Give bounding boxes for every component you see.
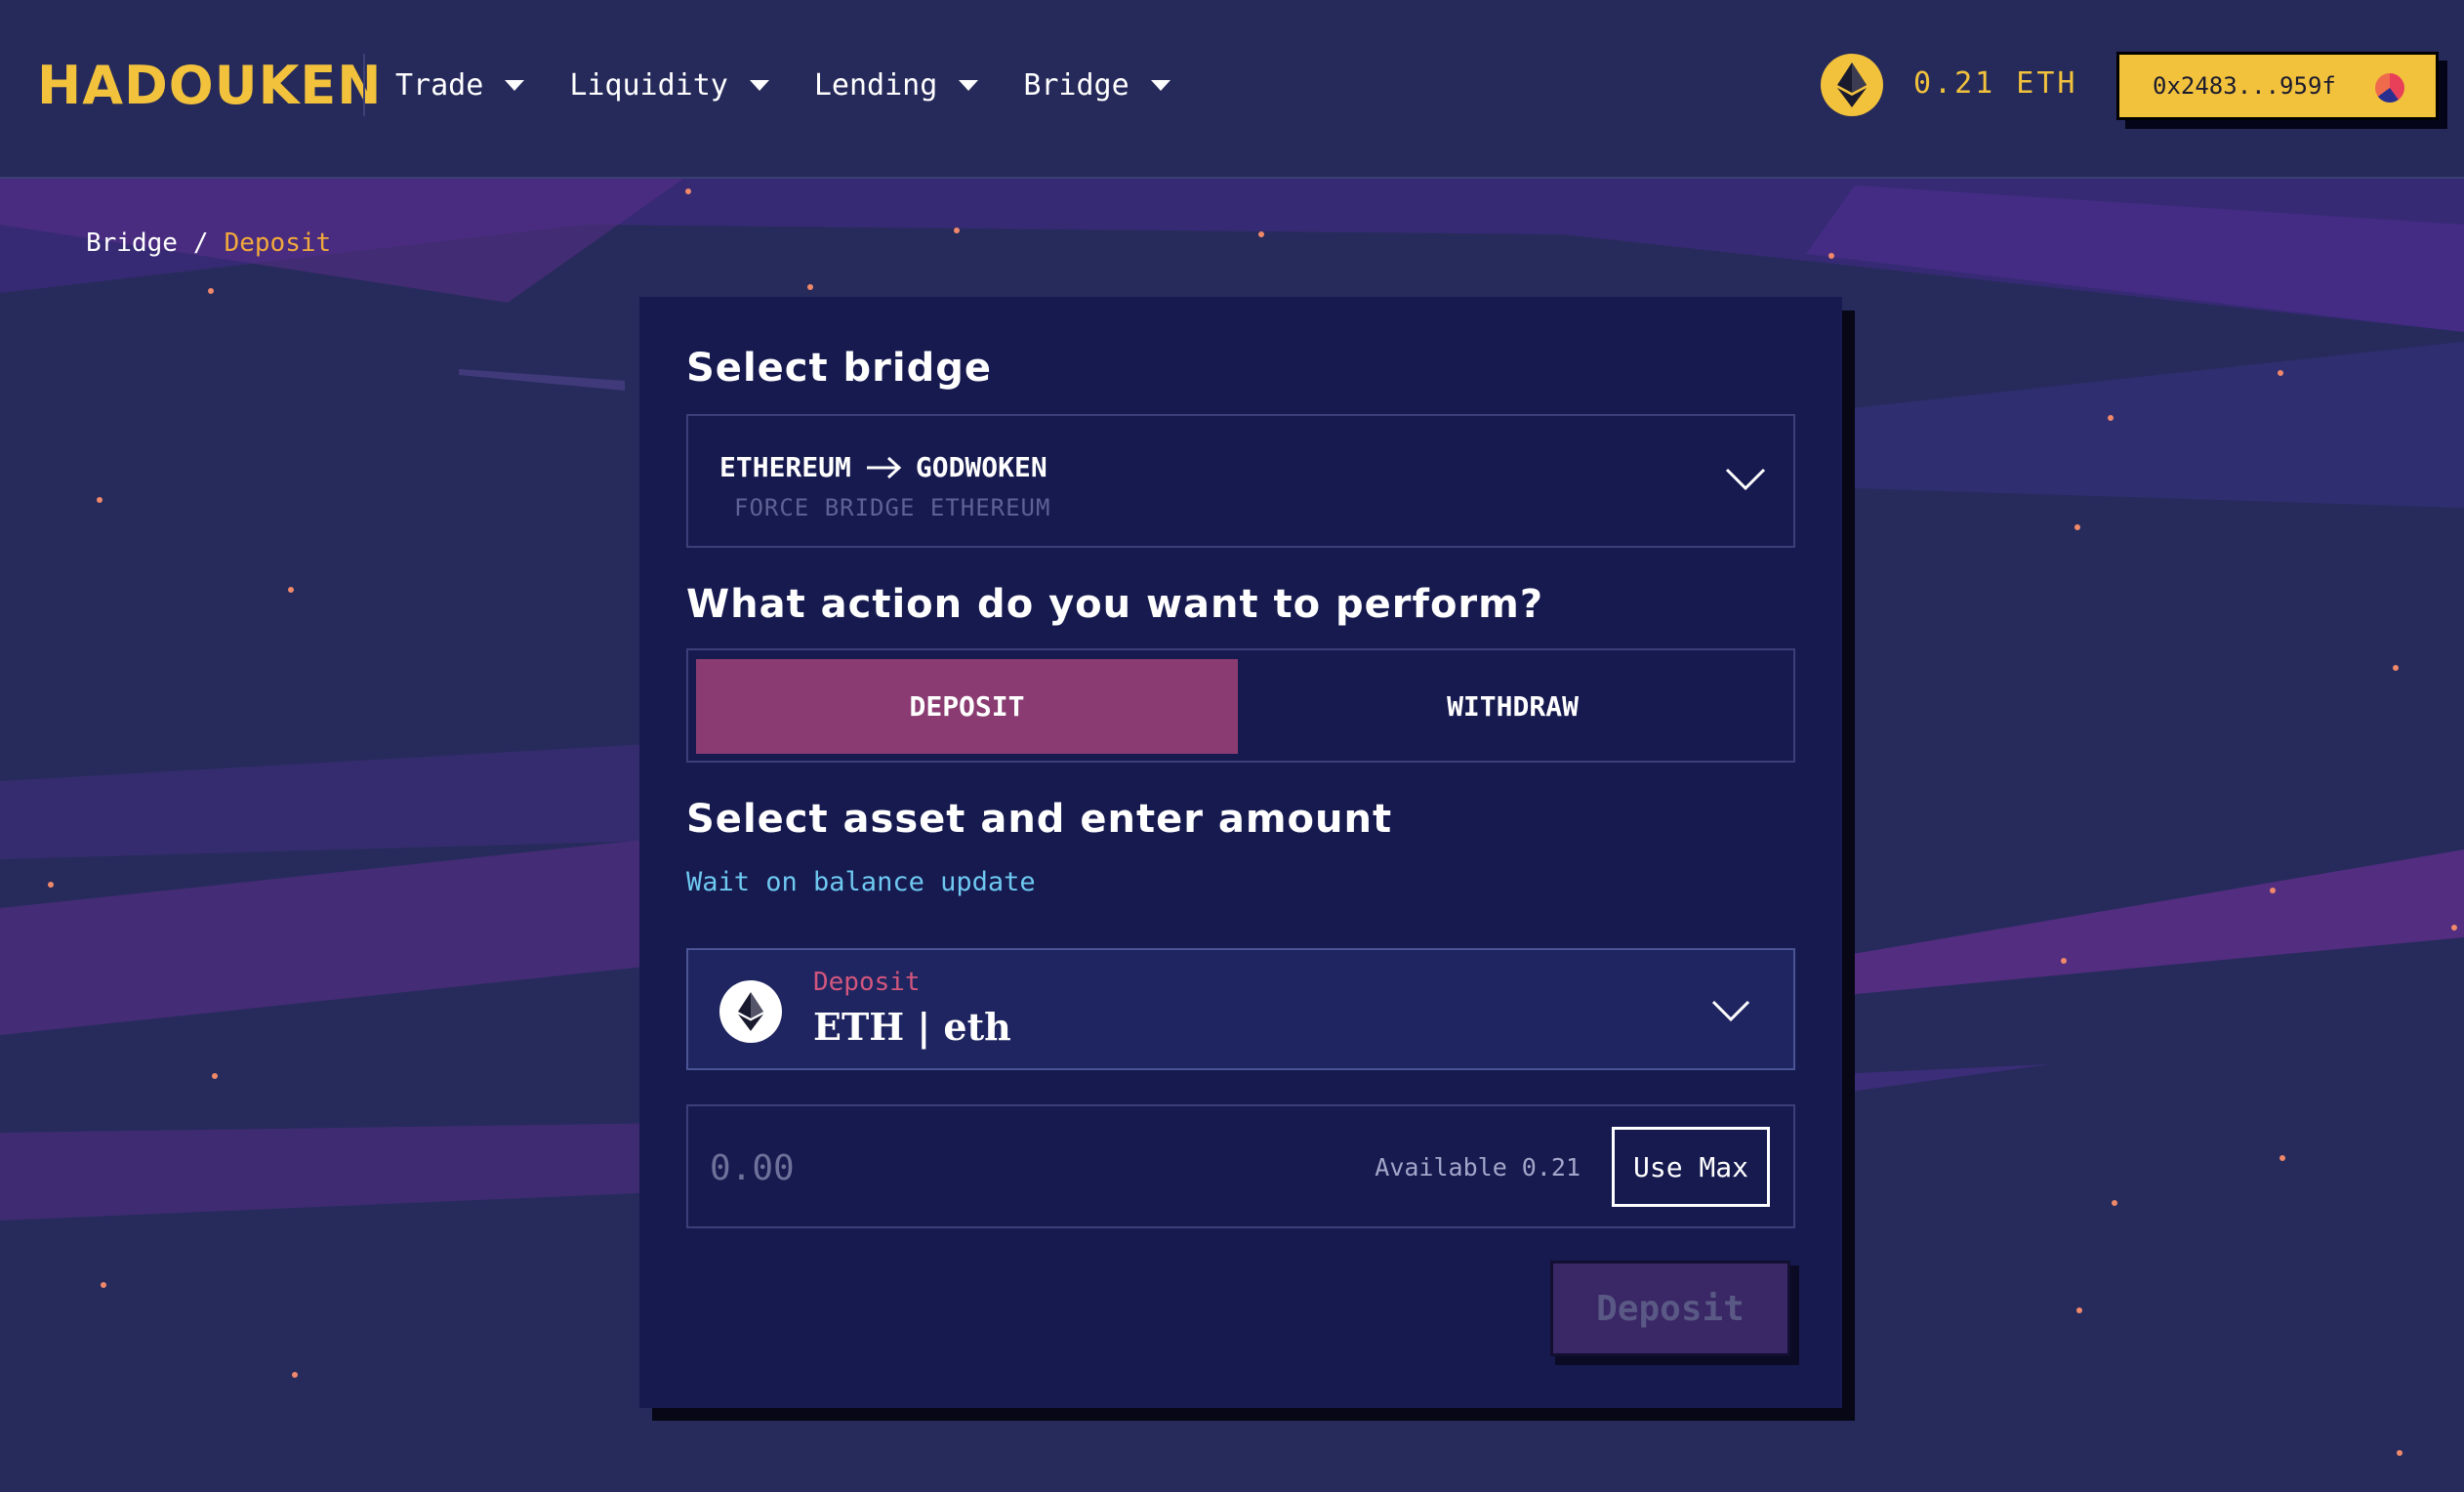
- eth-badge: [1821, 54, 1883, 116]
- breadcrumb-deposit: Deposit: [224, 228, 332, 258]
- chevron-down-icon: [1711, 1000, 1750, 1022]
- breadcrumb: Bridge / Deposit: [86, 228, 331, 258]
- selected-asset: ETH | eth: [813, 1005, 1011, 1049]
- balance-status: Wait on balance update: [686, 867, 1036, 897]
- ethereum-icon: [738, 992, 763, 1031]
- chevron-down-icon: [1725, 468, 1766, 491]
- top-navbar: HADOUKEN Trade Liquidity Lending Bridge …: [0, 0, 2464, 179]
- nav-bridge-label: Bridge: [1023, 67, 1129, 103]
- use-max-button[interactable]: Use Max: [1612, 1127, 1770, 1207]
- main-nav: Trade Liquidity Lending Bridge: [395, 61, 1170, 109]
- bridge-select-dropdown[interactable]: ETHEREUM GODWOKEN FORCE BRIDGE ETHEREUM: [686, 414, 1795, 548]
- caret-down-icon: [1150, 79, 1170, 91]
- wallet-button[interactable]: 0x2483...959f: [2116, 52, 2439, 120]
- bridge-provider: FORCE BRIDGE ETHEREUM: [734, 494, 1051, 521]
- caret-down-icon: [959, 79, 979, 91]
- amount-input[interactable]: [710, 1141, 1295, 1194]
- caret-down-icon: [505, 79, 525, 91]
- app-logo[interactable]: HADOUKEN: [37, 57, 383, 115]
- action-title: What action do you want to perform?: [686, 582, 1544, 627]
- nav-trade-label: Trade: [395, 67, 484, 103]
- caret-down-icon: [749, 79, 769, 91]
- nav-bridge[interactable]: Bridge: [1023, 61, 1170, 109]
- breadcrumb-separator: /: [192, 228, 209, 258]
- nav-liquidity[interactable]: Liquidity: [569, 61, 769, 109]
- breadcrumb-bridge[interactable]: Bridge: [86, 228, 178, 258]
- wallet-avatar-icon: [2375, 73, 2404, 103]
- route-to: GODWOKEN: [915, 451, 1047, 483]
- bridge-card: Select bridge ETHEREUM GODWOKEN FORCE BR…: [639, 297, 1842, 1408]
- header-divider: [363, 54, 365, 116]
- eth-balance: 0.21 ETH: [1913, 66, 2078, 101]
- deposit-tab[interactable]: DEPOSIT: [696, 659, 1238, 754]
- asset-field-label: Deposit: [813, 968, 921, 997]
- route-from: ETHEREUM: [719, 451, 851, 483]
- nav-lending[interactable]: Lending: [813, 61, 979, 109]
- wallet-address: 0x2483...959f: [2153, 72, 2336, 100]
- amount-box: Available 0.21 Use Max: [686, 1104, 1795, 1228]
- select-bridge-title: Select bridge: [686, 346, 992, 391]
- bridge-route: ETHEREUM GODWOKEN: [719, 451, 1047, 483]
- available-balance: Available 0.21: [1375, 1153, 1581, 1181]
- action-toggle: DEPOSIT WITHDRAW: [686, 648, 1795, 763]
- asset-select-dropdown[interactable]: Deposit ETH | eth: [686, 948, 1795, 1070]
- withdraw-tab[interactable]: WITHDRAW: [1238, 659, 1787, 754]
- asset-icon: [719, 980, 782, 1043]
- ethereum-icon: [1837, 62, 1867, 107]
- deposit-submit-button[interactable]: Deposit: [1550, 1261, 1790, 1356]
- nav-trade[interactable]: Trade: [395, 61, 525, 109]
- nav-liquidity-label: Liquidity: [569, 67, 728, 103]
- nav-lending-label: Lending: [813, 67, 938, 103]
- arrow-right-icon: [866, 456, 902, 478]
- asset-title: Select asset and enter amount: [686, 797, 1393, 842]
